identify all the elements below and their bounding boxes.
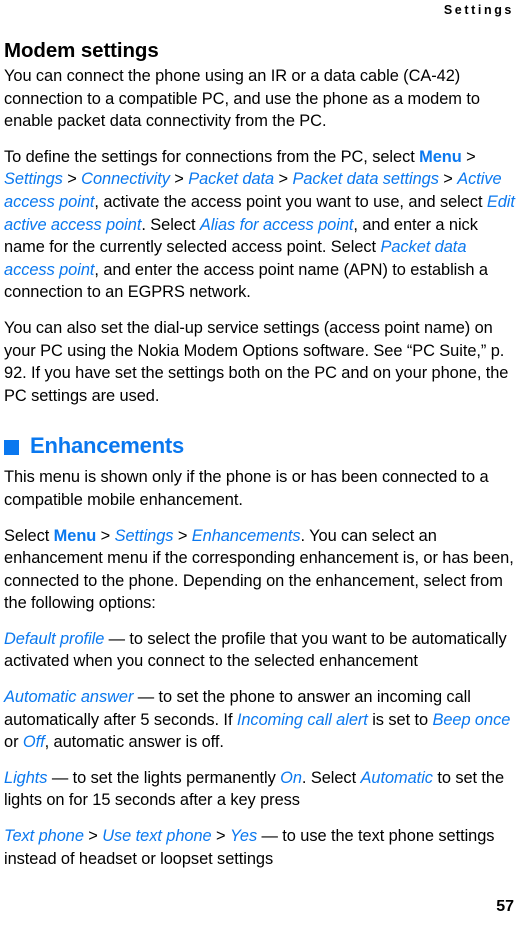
menu-path-separator: > — [274, 170, 293, 189]
menu-item-reference[interactable]: Automatic answer — [4, 688, 133, 706]
menu-path-separator: > — [62, 170, 82, 189]
body-text: . Select — [141, 215, 200, 234]
menu-path-separator: > — [96, 526, 115, 545]
paragraph-enh-intro: This menu is shown only if the phone is … — [4, 466, 516, 511]
menu-path-separator: > — [173, 526, 192, 545]
menu-item-reference[interactable]: Default profile — [4, 630, 104, 648]
menu-path-separator: > — [461, 147, 476, 166]
menu-item-reference[interactable]: Packet data settings — [292, 170, 438, 188]
body-text: is set to — [367, 710, 433, 729]
body-text: . Select — [301, 768, 361, 787]
body-text: You can connect the phone using an IR or… — [4, 67, 480, 131]
menu-item-reference[interactable]: Yes — [230, 827, 257, 845]
page-number: 57 — [496, 898, 514, 915]
menu-path-separator: > — [169, 170, 189, 189]
paragraph-modem-intro: You can connect the phone using an IR or… — [4, 65, 516, 133]
section-bullet-square-icon — [4, 439, 19, 455]
paragraph-opt-lights: Lights — to set the lights permanently O… — [4, 767, 516, 812]
document-page: Settings Modem settings You can connect t… — [0, 0, 520, 925]
section-heading-label: Enhancements — [30, 433, 185, 459]
body-text: , automatic answer is off. — [44, 733, 224, 752]
menu-item-reference[interactable]: Incoming call alert — [237, 711, 368, 729]
body-text: or — [4, 733, 23, 752]
body-text: You can also set the dial-up service set… — [4, 318, 509, 405]
menu-item-reference[interactable]: On — [280, 769, 302, 787]
menu-item-reference[interactable]: Enhancements — [192, 527, 301, 545]
menu-item-reference[interactable]: Beep once — [432, 711, 510, 729]
body-text: , activate the access point you want to … — [94, 192, 487, 211]
paragraph-modem-dialup: You can also set the dial-up service set… — [4, 317, 516, 407]
menu-item-reference[interactable]: Alias for access point — [200, 216, 354, 234]
section-heading-modem-settings: Modem settings — [4, 39, 159, 62]
menu-path-root[interactable]: Menu — [419, 148, 462, 166]
body-text: To define the settings for connections f… — [4, 147, 420, 166]
paragraph-enh-select: Select Menu > Settings > Enhancements. Y… — [4, 525, 516, 615]
paragraph-modem-define: To define the settings for connections f… — [4, 146, 516, 304]
menu-path-separator: > — [438, 170, 458, 189]
menu-item-reference[interactable]: Lights — [4, 769, 48, 787]
menu-path-separator: > — [211, 827, 230, 846]
menu-item-reference[interactable]: Packet data — [188, 170, 274, 188]
page-content: Modem settings You can connect the phone … — [4, 40, 516, 870]
paragraph-opt-text-phone: Text phone > Use text phone > Yes — to u… — [4, 825, 516, 870]
menu-item-reference[interactable]: Settings — [4, 170, 63, 188]
body-text: This menu is shown only if the phone is … — [4, 468, 489, 509]
section-heading-enhancements: Enhancements — [4, 434, 516, 458]
body-text: Select — [4, 526, 54, 545]
menu-item-reference[interactable]: Text phone — [4, 827, 84, 845]
paragraph-opt-default-profile: Default profile — to select the profile … — [4, 628, 516, 673]
menu-item-reference[interactable]: Settings — [115, 527, 174, 545]
menu-item-reference[interactable]: Automatic — [361, 769, 433, 787]
menu-item-reference[interactable]: Off — [23, 733, 45, 751]
paragraph-opt-automatic-answer: Automatic answer — to set the phone to a… — [4, 686, 516, 754]
body-text: — to set the lights permanently — [47, 768, 281, 787]
menu-item-reference[interactable]: Use text phone — [102, 827, 211, 845]
menu-path-root[interactable]: Menu — [54, 527, 97, 545]
running-header: Settings — [443, 3, 514, 17]
menu-item-reference[interactable]: Connectivity — [81, 170, 170, 188]
menu-path-separator: > — [83, 827, 103, 846]
